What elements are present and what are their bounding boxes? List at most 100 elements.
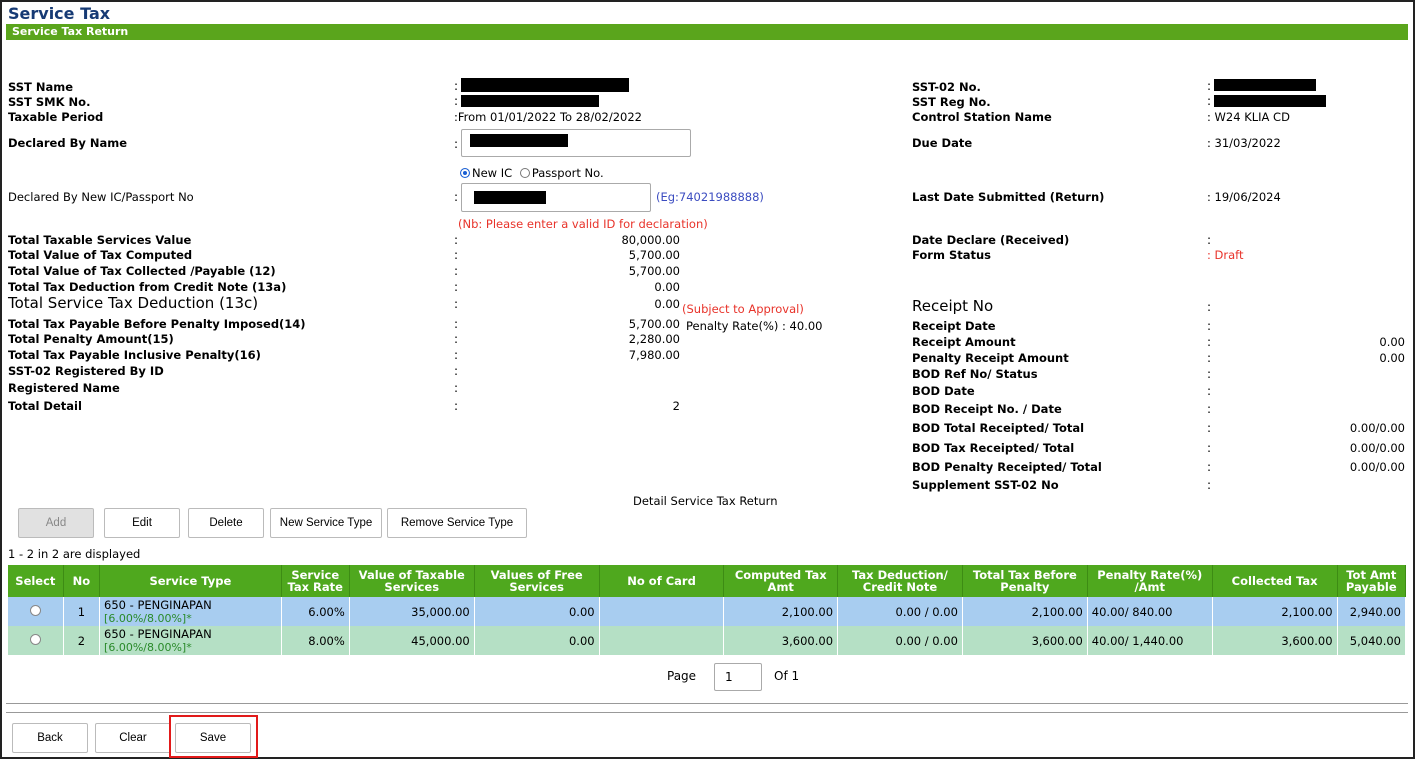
back-button[interactable]: Back bbox=[12, 723, 88, 753]
column-header: No bbox=[63, 565, 101, 597]
passport-radio[interactable] bbox=[519, 168, 530, 178]
colon: : bbox=[1207, 478, 1212, 492]
new-ic-radio[interactable] bbox=[460, 168, 470, 178]
receipt-row-label: Penalty Receipt Amount bbox=[912, 351, 1069, 365]
colon: : bbox=[1207, 335, 1212, 349]
new-service-type-button[interactable]: New Service Type bbox=[270, 508, 382, 538]
section-header: Service Tax Return bbox=[6, 24, 1408, 40]
declared-name-input[interactable] bbox=[461, 129, 691, 157]
colon: : bbox=[1207, 367, 1212, 381]
new-ic-label: New IC bbox=[472, 166, 513, 180]
receipt-row-label: BOD Penalty Receipted/ Total bbox=[912, 460, 1102, 474]
form-status-value: : Draft bbox=[1207, 248, 1244, 262]
row-select-radio[interactable] bbox=[29, 604, 41, 616]
receipt-row-value: 0.00 bbox=[1379, 335, 1405, 349]
total-before-penalty: 3,600.00 bbox=[962, 626, 1088, 655]
total-row-value: 2 bbox=[672, 399, 680, 413]
taxable-value: 35,000.00 bbox=[349, 597, 475, 626]
total-row-value: 0.00 bbox=[654, 297, 680, 311]
add-button[interactable]: Add bbox=[18, 508, 94, 538]
column-header: No of Card bbox=[599, 565, 725, 597]
redacted-value bbox=[1214, 79, 1316, 91]
column-header: Penalty Rate(%) /Amt bbox=[1087, 565, 1213, 597]
row-no: 2 bbox=[63, 626, 101, 655]
total-row-label: Total Tax Payable Inclusive Penalty(16) bbox=[8, 348, 261, 362]
receipt-row-label: BOD Total Receipted/ Total bbox=[912, 421, 1085, 435]
colon: : bbox=[454, 332, 459, 346]
table-row[interactable]: 1 650 - PENGINAPAN [6.00%/8.00%]* 6.00% 35,0… bbox=[8, 597, 1407, 626]
collected-tax: 3,600.00 bbox=[1212, 626, 1338, 655]
total-row-value: 80,000.00 bbox=[621, 233, 680, 247]
clear-button[interactable]: Clear bbox=[95, 723, 171, 753]
colon: : bbox=[1207, 421, 1212, 435]
receipt-row-value: 0.00/0.00 bbox=[1349, 460, 1405, 474]
total-row-value: 5,700.00 bbox=[628, 317, 680, 331]
tax-deduction: 0.00 / 0.00 bbox=[837, 597, 963, 626]
taxable-period-label: Taxable Period bbox=[8, 110, 104, 124]
service-type: 650 - PENGINAPAN bbox=[104, 598, 212, 612]
total-before-penalty: 2,100.00 bbox=[962, 597, 1088, 626]
column-header: Tot Amt Payable bbox=[1337, 565, 1407, 597]
receipt-row-label: Supplement SST-02 No bbox=[912, 478, 1059, 492]
receipt-row-label: BOD Receipt No. / Date bbox=[912, 402, 1062, 416]
save-highlight-box bbox=[169, 715, 258, 758]
total-row-label: Total Service Tax Deduction (13c) bbox=[8, 294, 259, 312]
colon: : bbox=[1207, 300, 1212, 314]
divider bbox=[6, 703, 1408, 704]
card-count bbox=[599, 597, 725, 626]
page-input[interactable]: 1 bbox=[714, 663, 762, 691]
remove-service-type-button[interactable]: Remove Service Type bbox=[387, 508, 527, 538]
ic-example-hint: (Eg:74021988888) bbox=[656, 190, 764, 204]
computed-tax: 2,100.00 bbox=[723, 597, 839, 626]
redacted-value bbox=[470, 134, 568, 147]
passport-label: Passport No. bbox=[531, 166, 604, 180]
date-declare-label: Date Declare (Received) bbox=[912, 233, 1070, 247]
colon: : bbox=[454, 364, 459, 378]
control-station-label: Control Station Name bbox=[912, 110, 1052, 124]
free-value: 0.00 bbox=[474, 597, 600, 626]
column-header: Select bbox=[8, 565, 64, 597]
edit-button[interactable]: Edit bbox=[104, 508, 180, 538]
ic-note: (Nb: Please enter a valid ID for declara… bbox=[458, 217, 708, 231]
row-select-radio[interactable] bbox=[29, 633, 41, 645]
colon: : bbox=[454, 190, 459, 204]
total-payable: 2,940.00 bbox=[1337, 597, 1407, 626]
table-row[interactable]: 2 650 - PENGINAPAN [6.00%/8.00%]* 8.00% 45,0… bbox=[8, 626, 1407, 655]
declared-ic-label: Declared By New IC/Passport No bbox=[8, 190, 194, 204]
total-row-value: 5,700.00 bbox=[628, 248, 680, 262]
sst02-no-label: SST-02 No. bbox=[912, 80, 981, 94]
receipt-row-value: 0.00/0.00 bbox=[1349, 441, 1405, 455]
column-header: Total Tax Before Penalty bbox=[962, 565, 1088, 597]
penalty-rate-amt: 40.00/ 840.00 bbox=[1087, 597, 1213, 626]
tax-deduction: 0.00 / 0.00 bbox=[837, 626, 963, 655]
colon: : bbox=[1207, 233, 1212, 247]
colon: : bbox=[454, 137, 459, 151]
receipt-row-label: Receipt Date bbox=[912, 319, 996, 333]
receipt-row-value: 0.00/0.00 bbox=[1349, 421, 1405, 435]
computed-tax: 3,600.00 bbox=[723, 626, 839, 655]
declared-ic-input[interactable] bbox=[461, 183, 651, 212]
form-status-label: Form Status bbox=[912, 248, 992, 262]
total-row-value: 0.00 bbox=[654, 280, 680, 294]
colon: : bbox=[454, 79, 459, 93]
colon: : bbox=[1207, 402, 1212, 416]
colon: : bbox=[454, 317, 459, 331]
total-row-label: Total Detail bbox=[8, 399, 82, 413]
total-row-label: Total Penalty Amount(15) bbox=[8, 332, 174, 346]
colon: : bbox=[454, 381, 459, 395]
colon: : bbox=[1207, 384, 1212, 398]
total-row-label: Total Value of Tax Collected /Payable (1… bbox=[8, 264, 276, 278]
taxable-period-value: :From 01/01/2022 To 28/02/2022 bbox=[454, 110, 643, 124]
column-header: Service Type bbox=[99, 565, 282, 597]
delete-button[interactable]: Delete bbox=[188, 508, 264, 538]
service-tax-rate: 6.00% bbox=[281, 597, 350, 626]
total-payable: 5,040.00 bbox=[1337, 626, 1407, 655]
service-rates: [6.00%/8.00%]* bbox=[104, 612, 192, 625]
column-header: Values of Free Services bbox=[474, 565, 600, 597]
receipt-row-label: BOD Date bbox=[912, 384, 975, 398]
sst-smk-label: SST SMK No. bbox=[8, 95, 91, 109]
colon: : bbox=[454, 264, 459, 278]
colon: : bbox=[454, 233, 459, 247]
receipt-row-value: 0.00 bbox=[1379, 351, 1405, 365]
detail-section-title: Detail Service Tax Return bbox=[633, 494, 778, 508]
